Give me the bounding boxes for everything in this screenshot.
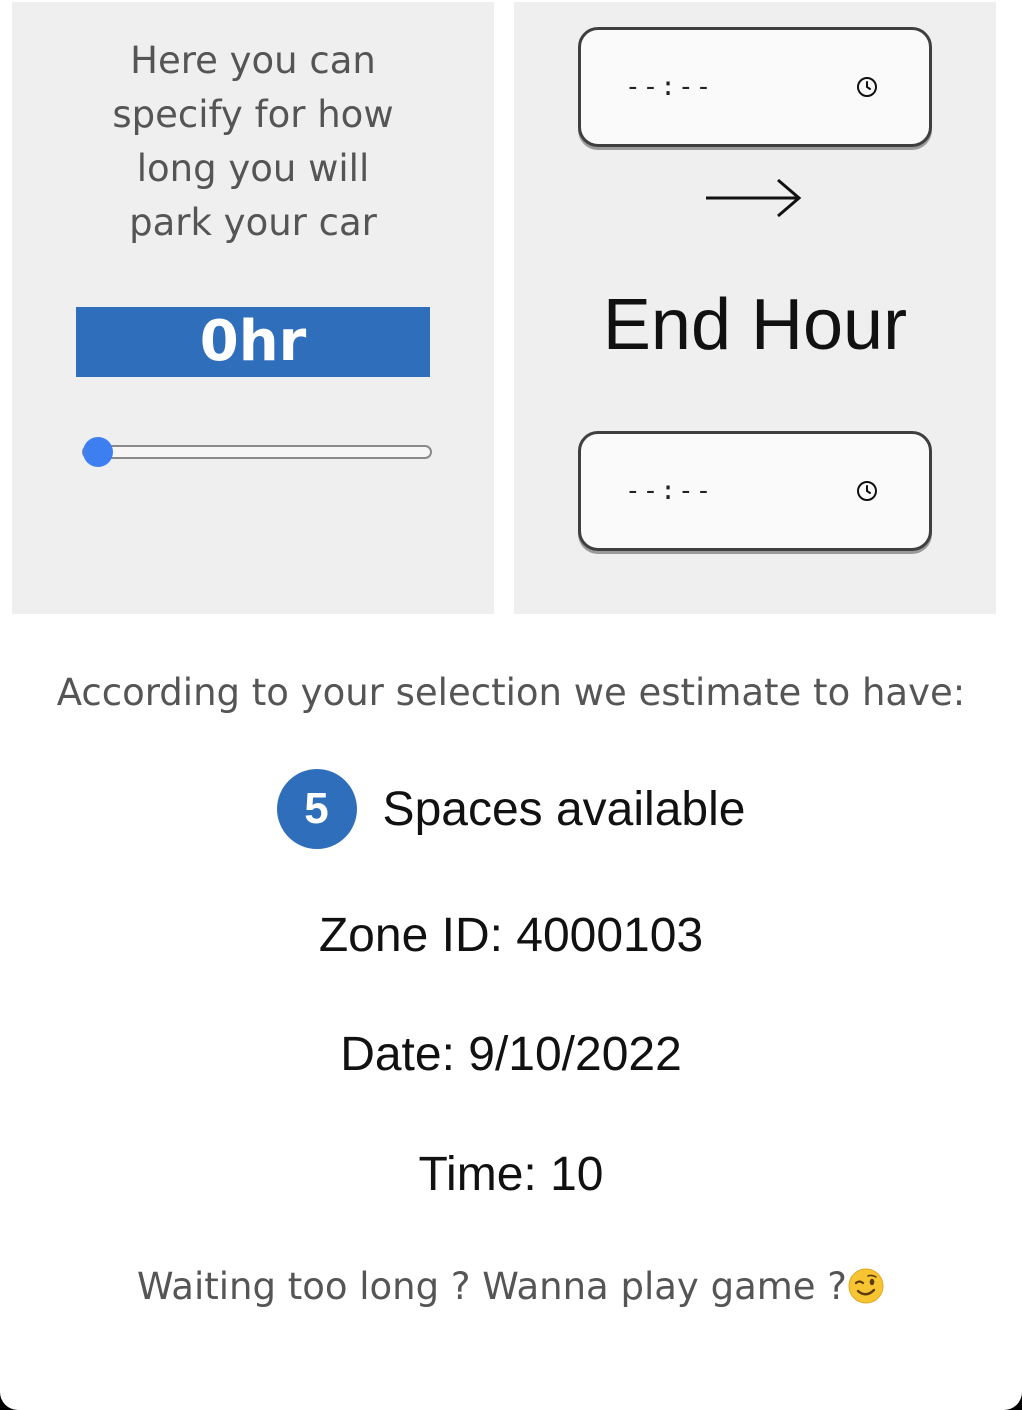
spaces-count-badge: 5 — [276, 769, 357, 849]
estimate-intro-text: According to your selection we estimate … — [56, 671, 966, 714]
page: Here you can specify for how long you wi… — [0, 0, 1022, 1410]
clock-icon[interactable] — [856, 76, 878, 98]
start-time-value: --:-- — [625, 72, 714, 102]
end-hour-label: End Hour — [602, 285, 908, 365]
date-text: Date: 9/10/2022 — [340, 1028, 682, 1081]
duration-panel: Here you can specify for how long you wi… — [12, 2, 494, 614]
start-time-input[interactable]: --:-- — [578, 27, 932, 147]
spaces-available-label: Spaces available — [382, 782, 746, 836]
end-time-value: --:-- — [625, 476, 714, 506]
right-arrow-icon — [706, 178, 802, 218]
time-text: Time: 10 — [418, 1148, 604, 1201]
zone-id-text: Zone ID: 4000103 — [318, 909, 704, 962]
play-game-link-text: Waiting too long ? Wanna play game ? — [137, 1265, 847, 1308]
duration-display: 0hr — [76, 307, 430, 377]
wink-emoji-icon — [848, 1268, 884, 1304]
end-time-input[interactable]: --:-- — [578, 431, 932, 551]
clock-icon[interactable] — [856, 480, 878, 502]
play-game-link[interactable]: Waiting too long ? Wanna play game ? — [0, 1262, 1022, 1312]
spaces-available-row: 5 Spaces available — [0, 768, 1022, 850]
duration-intro-text: Here you can specify for how long you wi… — [112, 39, 394, 244]
duration-slider[interactable] — [82, 437, 432, 467]
duration-slider-thumb[interactable] — [83, 437, 113, 467]
time-panel: --:-- End Hour --:-- — [514, 2, 996, 614]
